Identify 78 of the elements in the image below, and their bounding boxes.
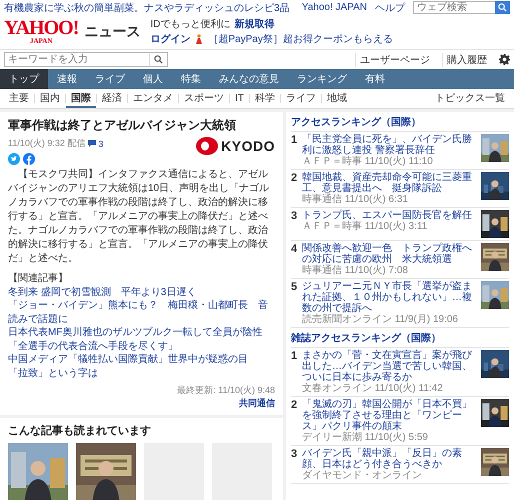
rank-number: 3 bbox=[291, 448, 298, 462]
rank-number: 1 bbox=[291, 134, 298, 148]
rank-number: 2 bbox=[291, 172, 298, 186]
search-icon bbox=[498, 3, 507, 12]
rank-number: 4 bbox=[291, 243, 298, 257]
category-tab[interactable]: 地域 bbox=[322, 89, 352, 108]
ranking-article-link[interactable]: まさかの「菅・文在寅宣言」案が飛び出した…バイデン当選で苦しい韓国、ついに日本に歩み寄るか bbox=[302, 350, 478, 383]
header-link[interactable]: ヘルプ bbox=[375, 0, 405, 14]
updated-time: 最終更新: 11/10(火) 9:48 bbox=[177, 385, 275, 395]
keyword-search-field[interactable]: キーワードを入力 bbox=[4, 52, 149, 67]
category-tab[interactable]: 科学 bbox=[250, 89, 280, 108]
section-heading: こんな記事も読まれています bbox=[8, 424, 152, 438]
rank-number: 2 bbox=[291, 399, 298, 413]
id-promo-text: IDでもっと便利に bbox=[150, 18, 230, 31]
ranking-article-link[interactable]: 「鬼滅の刃」韓国公開が「日本不買」を強制終了させる理由と「ワンピース」パクリ事件の顛末 bbox=[302, 399, 478, 432]
category-tab[interactable]: 経済 bbox=[97, 89, 127, 108]
nav-tab[interactable]: 特集 bbox=[172, 69, 210, 89]
category-tab[interactable]: ライフ bbox=[280, 89, 321, 108]
account-link[interactable]: ユーザーページ bbox=[355, 52, 434, 66]
related-article-link[interactable]: 冬到来 盛岡で初雪観測 平年より3日遅く bbox=[8, 286, 275, 299]
nav-tab[interactable]: 速報 bbox=[48, 69, 86, 89]
ranking-article-link[interactable]: バイデン氏「親中派」「反日」の素顔、日本はどう付き合うべきか bbox=[302, 448, 478, 470]
related-article-link[interactable]: 中国メディア「犠牲払い国際貢献」世界中が疑惑の目 bbox=[8, 353, 275, 366]
facebook-icon[interactable] bbox=[23, 153, 35, 165]
category-tab[interactable]: IT bbox=[230, 90, 249, 106]
rank-number: 5 bbox=[291, 281, 298, 295]
article-source: ダイヤモンド・オンライン bbox=[302, 470, 423, 481]
kyodo-logo: KYODO bbox=[196, 137, 275, 155]
search-button[interactable] bbox=[149, 52, 168, 67]
rank-number: 3 bbox=[291, 210, 298, 224]
nav-tab[interactable]: ランキング bbox=[288, 69, 356, 89]
login-link[interactable]: ログイン bbox=[150, 32, 190, 46]
topics-link[interactable]: トピックス一覧 bbox=[430, 89, 510, 108]
service-name: ニュース bbox=[84, 22, 140, 40]
ranking-article-link[interactable]: 「民主党全員に死を」、バイデン氏勝利に激怒し連投 警察署長辞任 bbox=[302, 134, 478, 156]
nav-tab[interactable]: 個人 bbox=[134, 69, 172, 89]
rank-number: 1 bbox=[291, 350, 298, 364]
category-tab[interactable]: 国内 bbox=[35, 89, 65, 108]
settings-icon[interactable] bbox=[499, 54, 510, 65]
twitter-icon[interactable] bbox=[8, 153, 20, 165]
promo-link[interactable]: 有機農家に学ぶ秋の簡単副菜。ナスやラディッシュのレシピ3品 bbox=[4, 0, 294, 14]
ranking-heading: 雑誌アクセスランキング（国際） bbox=[291, 328, 509, 348]
category-tab[interactable]: エンタメ bbox=[128, 89, 178, 108]
ranking-article-link[interactable]: 韓国地裁、資産売却命令可能に三菱重工、意見書提出へ 挺身隊訴訟 bbox=[302, 172, 478, 194]
related-article-link[interactable]: 「拉致」という字は bbox=[8, 366, 275, 380]
article-source: ＡＦＰ＝時事 11/10(火) 11:10 bbox=[302, 156, 434, 167]
article-source: デイリー新潮 11/10(火) 5:59 bbox=[302, 432, 429, 443]
article-source: 時事通信 11/10(火) 7:08 bbox=[302, 265, 409, 276]
ranking-article-link[interactable]: 関係改善へ歓迎一色 トランプ政権への対応に苦慮の欧州 米大統領選 bbox=[302, 243, 478, 265]
related-heading: 【関連記事】 bbox=[8, 272, 69, 286]
campaign-link[interactable]: ［超PayPay祭］超お得クーポンもらえる bbox=[208, 32, 393, 46]
header-link[interactable]: Yahoo! JAPAN bbox=[302, 2, 367, 13]
article-source: 文春オンライン 11/10(火) 11:42 bbox=[302, 383, 444, 394]
ranking-heading: アクセスランキング（国際） bbox=[291, 112, 509, 132]
account-link[interactable]: 購入履歴 bbox=[442, 52, 491, 66]
nav-tab[interactable]: 有料 bbox=[356, 69, 394, 89]
article-source: 時事通信 11/10(火) 6:31 bbox=[302, 194, 409, 205]
search-icon bbox=[154, 55, 163, 64]
article-source: ＡＦＰ＝時事 11/10(火) 3:11 bbox=[302, 221, 428, 232]
article-source: 読売新聞オンライン 11/9(月) 19:06 bbox=[302, 314, 459, 325]
nav-tab[interactable]: ライブ bbox=[86, 69, 134, 89]
search-button[interactable] bbox=[495, 1, 510, 14]
publish-date: 11/10(火) 9:32 配信 bbox=[8, 137, 86, 150]
nav-tab[interactable]: みんなの意見 bbox=[210, 69, 288, 89]
related-article-link[interactable]: 日本代表MF奥川雅也のザルツブルク一転して全員が陰性「全選手の代表合流へ手段を尽くす」 bbox=[8, 326, 275, 353]
article-title: 軍事作戦は終了とアゼルバイジャン大統領 bbox=[8, 117, 237, 134]
article-body: 【モスクワ共同】インタファクス通信によると、アゼルバイジャンのアリエフ大統領は10日、声明を出し「ナゴルノカラバフでの軍事作戦の段階は終了し、政治的解決に移行する」と宣言。「アルメニアの事実上の降伏だ」と述べた。ナゴルノカラバフでの軍事作戦の段階は終了し、政治的解決に移行する」と宣言。「アルメニアの事実上の降伏だ」と述べた。 bbox=[8, 168, 270, 266]
related-article-link[interactable]: 「ジョー・バイデン」熊本にも？ 梅田穣・山都町長 音読みで話題に bbox=[8, 299, 275, 326]
ranking-article-link[interactable]: トランプ氏、エスパー国防長官を解任 bbox=[302, 210, 478, 221]
comment-link[interactable]: 3 bbox=[88, 138, 104, 148]
nav-tab[interactable]: トップ bbox=[0, 69, 48, 89]
category-tab[interactable]: 主要 bbox=[4, 89, 34, 108]
signup-link[interactable]: 新規取得 bbox=[234, 17, 274, 31]
ranking-article-link[interactable]: ジュリアーニ元ＮＹ市長「選挙が盗まれた証拠、１０州かもしれない」…複数の州で提訴へ bbox=[302, 281, 478, 314]
category-tab[interactable]: スポーツ bbox=[179, 89, 229, 108]
web-search-field[interactable]: ウェブ検索 bbox=[413, 1, 495, 14]
figure-icon bbox=[194, 34, 204, 44]
provider-link[interactable]: 共同通信 bbox=[239, 398, 275, 408]
